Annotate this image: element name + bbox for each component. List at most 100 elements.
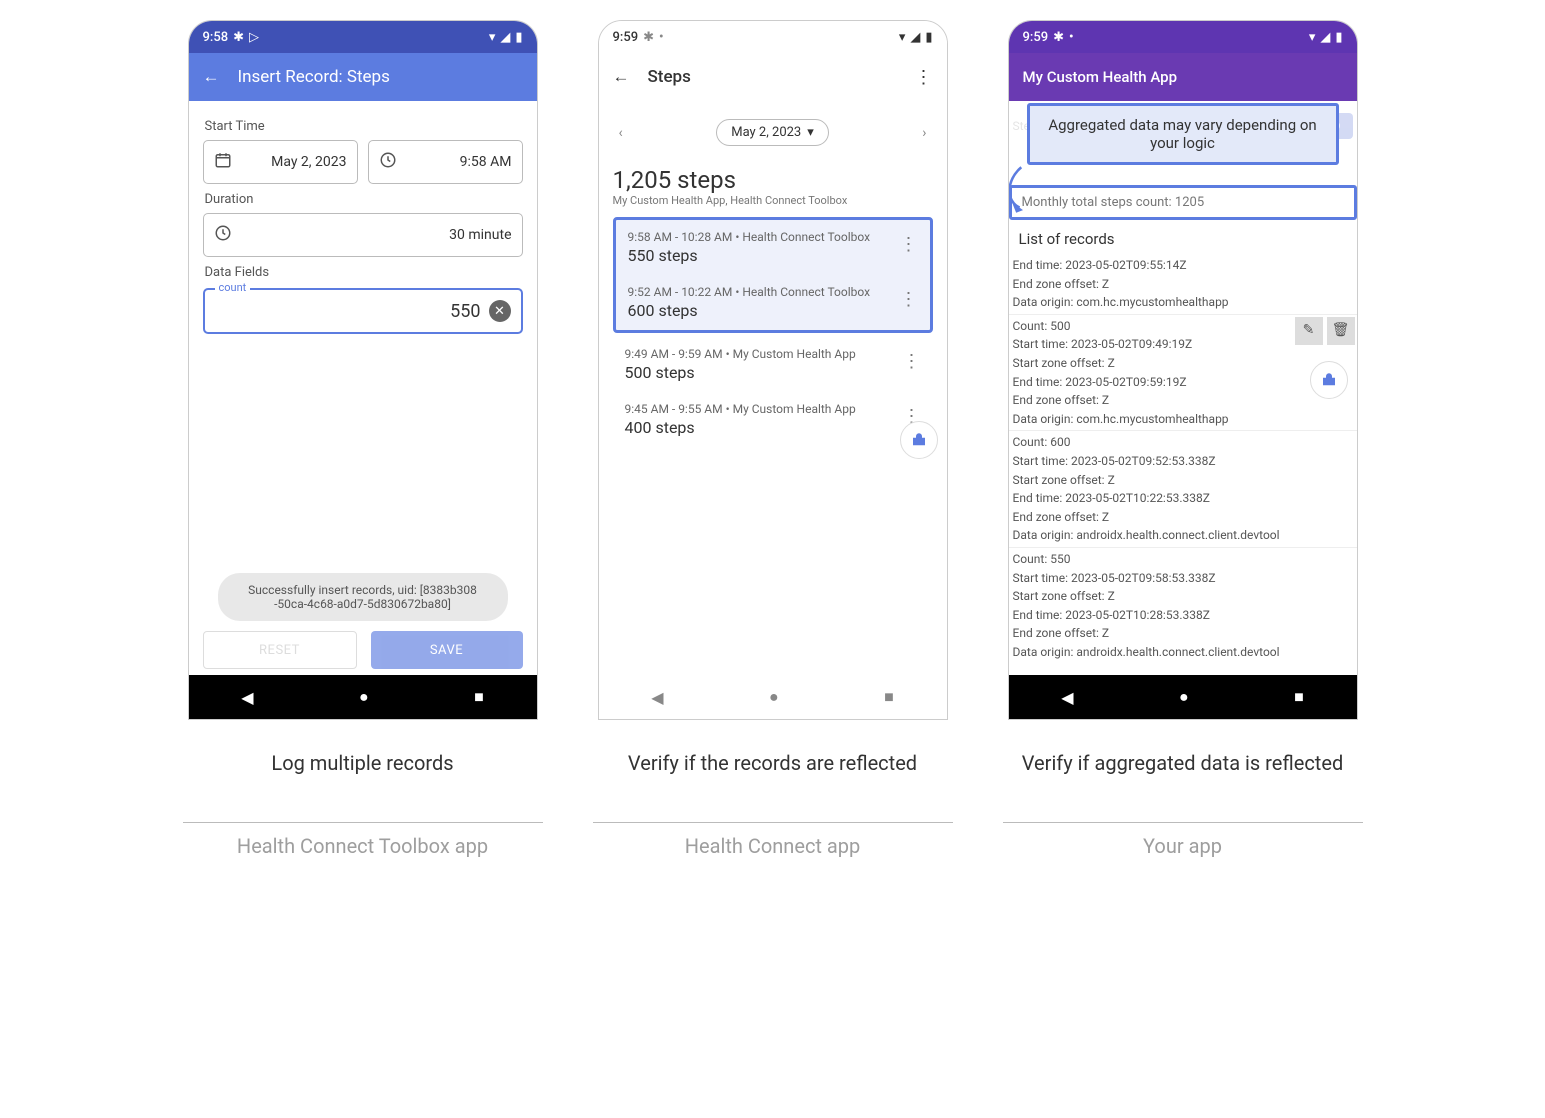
caption: Verify if the records are reflected bbox=[628, 750, 917, 808]
more-icon[interactable]: ⋮ bbox=[903, 347, 921, 371]
toast-message: Successfully insert records, uid: [8383b… bbox=[218, 573, 508, 621]
record-value: 400 steps bbox=[625, 418, 895, 437]
time-value: 9:58 AM bbox=[407, 154, 512, 170]
next-day-icon[interactable]: › bbox=[922, 125, 926, 141]
record-meta: 9:58 AM - 10:28 AM • Health Connect Tool… bbox=[628, 230, 892, 244]
record-details: End time: 2023-05-02T09:55:14ZEnd zone o… bbox=[1009, 254, 1357, 663]
back-icon[interactable]: ← bbox=[203, 67, 220, 87]
status-bar: 9:59 ✱ • ▾ ◢ ▮ bbox=[1009, 21, 1357, 53]
nav-home-icon[interactable]: ● bbox=[769, 687, 779, 707]
highlighted-records: 9:58 AM - 10:28 AM • Health Connect Tool… bbox=[613, 217, 933, 333]
pinwheel-icon: ✱ bbox=[233, 30, 244, 45]
duration-value: 30 minute bbox=[242, 227, 512, 243]
back-icon[interactable]: ← bbox=[613, 67, 630, 87]
steps-content: ‹ May 2, 2023 ▾ › 1,205 steps My Custom … bbox=[599, 101, 947, 675]
caption: Verify if aggregated data is reflected bbox=[1022, 750, 1343, 808]
nav-back-icon[interactable]: ◀ bbox=[1061, 688, 1073, 707]
nav-bar: ◀ ● ■ bbox=[189, 675, 537, 719]
more-icon[interactable]: ⋮ bbox=[915, 67, 933, 88]
phone-health-connect: 9:59 ✱ • ▾ ◢ ▮ ← Steps ⋮ ‹ bbox=[598, 20, 948, 720]
more-icon[interactable]: ⋮ bbox=[900, 285, 918, 309]
appbar-title: Steps bbox=[648, 67, 691, 87]
record-item[interactable]: 9:58 AM - 10:28 AM • Health Connect Tool… bbox=[616, 220, 930, 275]
nav-bar: ◀ ● ■ bbox=[599, 675, 947, 719]
count-input[interactable]: count 550 ✕ bbox=[203, 288, 523, 334]
nav-home-icon[interactable]: ● bbox=[359, 687, 369, 707]
date-navigator: ‹ May 2, 2023 ▾ › bbox=[613, 111, 933, 154]
sub-caption: Your app bbox=[1143, 833, 1222, 859]
column-1: 9:58 ✱ ▷ ▾ ◢ ▮ ← Insert Record: Steps St… bbox=[183, 20, 543, 859]
toolbox-fab[interactable] bbox=[900, 421, 938, 459]
play-icon: ▷ bbox=[249, 30, 259, 45]
count-value: 550 bbox=[215, 301, 481, 322]
signal-icon: ◢ bbox=[500, 30, 510, 45]
divider bbox=[1003, 822, 1363, 823]
prev-day-icon[interactable]: ‹ bbox=[619, 125, 623, 141]
nav-bar: ◀ ● ■ bbox=[1009, 675, 1357, 719]
date-dropdown[interactable]: May 2, 2023 ▾ bbox=[716, 119, 829, 146]
edit-icon[interactable]: ✎ bbox=[1295, 317, 1323, 345]
time-field[interactable]: 9:58 AM bbox=[368, 140, 523, 184]
record-meta: 9:52 AM - 10:22 AM • Health Connect Tool… bbox=[628, 285, 892, 299]
wifi-icon: ▾ bbox=[899, 30, 906, 45]
record-value: 550 steps bbox=[628, 246, 892, 265]
record-item[interactable]: 9:45 AM - 9:55 AM • My Custom Health App… bbox=[613, 392, 933, 447]
save-button[interactable]: SAVE bbox=[371, 631, 523, 669]
signal-icon: ◢ bbox=[910, 30, 920, 45]
record-meta: 9:45 AM - 9:55 AM • My Custom Health App bbox=[625, 402, 895, 416]
battery-icon: ▮ bbox=[515, 30, 522, 45]
status-time: 9:58 bbox=[203, 30, 229, 45]
date-field[interactable]: May 2, 2023 bbox=[203, 140, 358, 184]
data-sources: My Custom Health App, Health Connect Too… bbox=[613, 194, 933, 207]
clock-icon bbox=[214, 224, 232, 246]
nav-recent-icon[interactable]: ■ bbox=[884, 687, 894, 707]
more-icon[interactable]: ⋮ bbox=[900, 230, 918, 254]
delete-icon[interactable]: 🗑 bbox=[1327, 317, 1355, 345]
pinwheel-icon: ✱ bbox=[643, 30, 654, 45]
nav-recent-icon[interactable]: ■ bbox=[474, 687, 484, 707]
clock-icon bbox=[379, 151, 397, 173]
battery-icon: ▮ bbox=[1335, 30, 1342, 45]
dot-icon: • bbox=[659, 30, 664, 45]
record-block: Count: 600Start time: 2023-05-02T09:52:5… bbox=[1009, 430, 1357, 547]
nav-back-icon[interactable]: ◀ bbox=[241, 688, 253, 707]
status-bar: 9:59 ✱ • ▾ ◢ ▮ bbox=[599, 21, 947, 53]
chevron-down-icon: ▾ bbox=[807, 125, 814, 140]
status-bar: 9:58 ✱ ▷ ▾ ◢ ▮ bbox=[189, 21, 537, 53]
dot-icon: • bbox=[1069, 30, 1074, 45]
record-item[interactable]: 9:52 AM - 10:22 AM • Health Connect Tool… bbox=[616, 275, 930, 330]
signal-icon: ◢ bbox=[1320, 30, 1330, 45]
nav-back-icon[interactable]: ◀ bbox=[651, 688, 663, 707]
custom-app-content: Aggregated data may vary depending on yo… bbox=[1009, 101, 1357, 675]
form-content: Start Time May 2, 2023 9:58 AM bbox=[189, 101, 537, 675]
sub-caption: Health Connect app bbox=[685, 833, 861, 859]
list-of-records-header: List of records bbox=[1019, 230, 1357, 248]
sub-caption: Health Connect Toolbox app bbox=[237, 833, 488, 859]
app-bar: My Custom Health App bbox=[1009, 53, 1357, 101]
duration-field[interactable]: 30 minute bbox=[203, 213, 523, 257]
callout-note: Aggregated data may vary depending on yo… bbox=[1027, 103, 1339, 165]
wifi-icon: ▾ bbox=[1309, 30, 1316, 45]
nav-recent-icon[interactable]: ■ bbox=[1294, 687, 1304, 707]
appbar-title: Insert Record: Steps bbox=[238, 67, 390, 87]
calendar-icon bbox=[214, 151, 232, 173]
nav-home-icon[interactable]: ● bbox=[1179, 687, 1189, 707]
divider bbox=[183, 822, 543, 823]
record-block: End time: 2023-05-02T09:55:14ZEnd zone o… bbox=[1009, 254, 1357, 314]
records-list: 9:58 AM - 10:28 AM • Health Connect Tool… bbox=[613, 217, 933, 447]
data-fields-label: Data Fields bbox=[205, 265, 521, 280]
duration-label: Duration bbox=[205, 192, 521, 207]
app-bar: ← Steps ⋮ bbox=[599, 53, 947, 101]
pinwheel-icon: ✱ bbox=[1053, 30, 1064, 45]
phone-toolbox: 9:58 ✱ ▷ ▾ ◢ ▮ ← Insert Record: Steps St… bbox=[188, 20, 538, 720]
start-time-label: Start Time bbox=[205, 119, 521, 134]
three-phone-layout: 9:58 ✱ ▷ ▾ ◢ ▮ ← Insert Record: Steps St… bbox=[20, 20, 1525, 859]
record-item[interactable]: 9:49 AM - 9:59 AM • My Custom Health App… bbox=[613, 337, 933, 392]
date-value: May 2, 2023 bbox=[242, 154, 347, 170]
clear-icon[interactable]: ✕ bbox=[489, 300, 511, 322]
divider bbox=[593, 822, 953, 823]
reset-button[interactable]: RESET bbox=[203, 631, 357, 669]
bottom-buttons: RESET SAVE bbox=[203, 631, 523, 669]
toolbox-fab[interactable] bbox=[1310, 361, 1348, 399]
arrow-icon bbox=[1009, 163, 1031, 223]
